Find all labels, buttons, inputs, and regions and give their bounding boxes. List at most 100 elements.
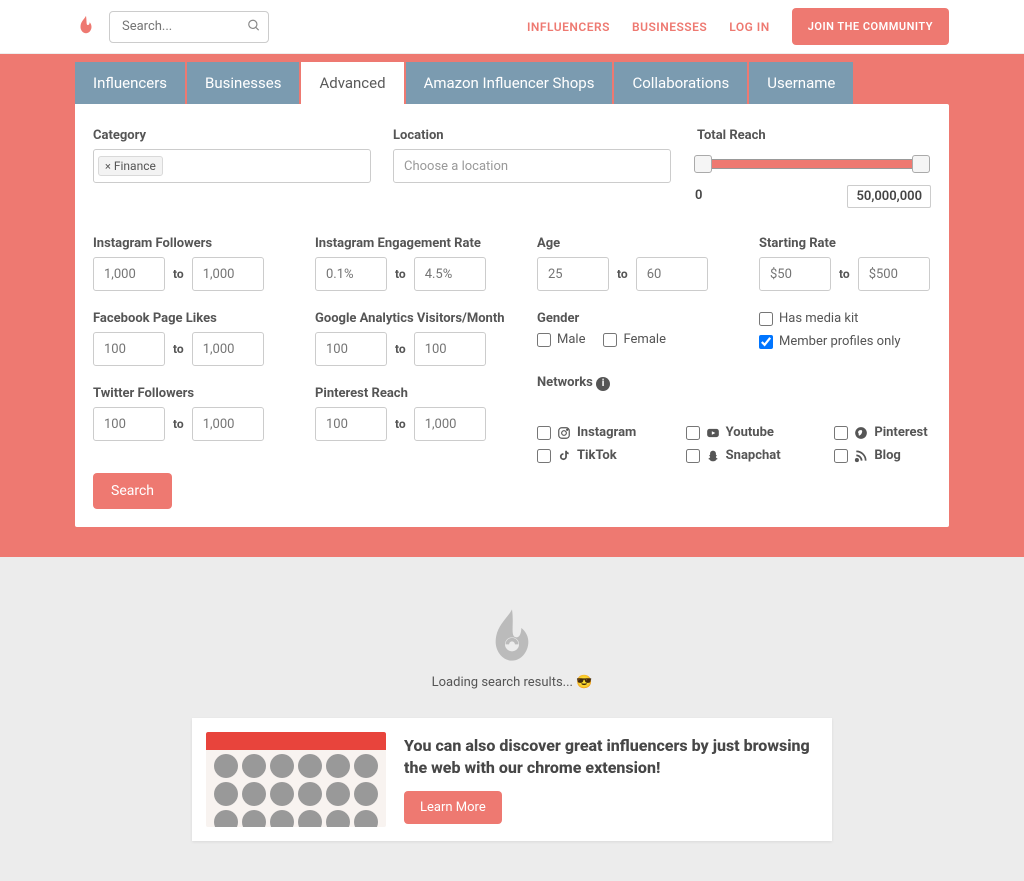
- nav-influencers[interactable]: INFLUENCERS: [527, 20, 610, 34]
- has-media-kit-option[interactable]: Has media kit: [759, 311, 969, 326]
- net-yt-checkbox[interactable]: [686, 426, 700, 440]
- gender-male-checkbox[interactable]: [537, 333, 551, 347]
- learn-more-button[interactable]: Learn More: [404, 791, 502, 824]
- top-filter-row: Category ×Finance Location Total Reach 0: [93, 128, 931, 208]
- nav-businesses[interactable]: BUSINESSES: [632, 20, 707, 34]
- male-text: Male: [557, 332, 585, 347]
- network-snapchat[interactable]: Snapchat: [686, 448, 821, 463]
- twitter-followers-label: Twitter Followers: [93, 386, 303, 401]
- promo-image: [206, 732, 386, 827]
- category-input[interactable]: ×Finance: [93, 149, 371, 183]
- pinterest-icon: [854, 426, 868, 440]
- gender-label: Gender: [537, 311, 747, 326]
- promo-title: You can also discover great influencers …: [404, 735, 818, 778]
- loading-text: Loading search results... 😎: [0, 675, 1024, 690]
- loading-flame-icon: [484, 607, 540, 667]
- age-min[interactable]: [537, 257, 609, 291]
- fb-likes-min[interactable]: [93, 332, 165, 366]
- tab-businesses[interactable]: Businesses: [187, 62, 299, 104]
- tab-username[interactable]: Username: [749, 62, 853, 104]
- ga-visitors-max[interactable]: [414, 332, 486, 366]
- tab-collaborations[interactable]: Collaborations: [614, 62, 747, 104]
- age-max[interactable]: [636, 257, 708, 291]
- search-button[interactable]: Search: [93, 473, 172, 509]
- net-pin-checkbox[interactable]: [834, 426, 848, 440]
- net-sc-checkbox[interactable]: [686, 449, 700, 463]
- ig-engagement-max[interactable]: [414, 257, 486, 291]
- advanced-search-panel: Category ×Finance Location Total Reach 0: [75, 104, 949, 527]
- tab-advanced[interactable]: Advanced: [301, 62, 403, 104]
- instagram-engagement-label: Instagram Engagement Rate: [315, 236, 525, 251]
- location-input[interactable]: [393, 149, 671, 183]
- net-ig-checkbox[interactable]: [537, 426, 551, 440]
- results-area: Loading search results... 😎 You can also…: [0, 557, 1024, 881]
- net-blog-checkbox[interactable]: [834, 449, 848, 463]
- snapchat-icon: [706, 449, 720, 463]
- main-container: Influencers Businesses Advanced Amazon I…: [0, 54, 1024, 557]
- to-text: to: [395, 267, 406, 281]
- tab-amazon-shops[interactable]: Amazon Influencer Shops: [406, 62, 613, 104]
- reach-max-value: 50,000,000: [847, 185, 931, 208]
- category-tag-finance[interactable]: ×Finance: [98, 156, 163, 176]
- nav-login[interactable]: LOG IN: [729, 20, 770, 34]
- net-text: Blog: [874, 448, 901, 463]
- reach-min-value: 0: [693, 185, 704, 208]
- total-reach-slider[interactable]: [693, 155, 931, 173]
- tw-followers-min[interactable]: [93, 407, 165, 441]
- header-left: [75, 11, 269, 43]
- slider-handle-min[interactable]: [694, 155, 712, 173]
- total-reach-label: Total Reach: [697, 128, 931, 143]
- net-tt-checkbox[interactable]: [537, 449, 551, 463]
- facebook-likes-label: Facebook Page Likes: [93, 311, 303, 326]
- ig-engagement-min[interactable]: [315, 257, 387, 291]
- to-text: to: [839, 267, 850, 281]
- ig-followers-min[interactable]: [93, 257, 165, 291]
- networks-label: Networks i: [537, 375, 747, 391]
- ga-visitors-min[interactable]: [315, 332, 387, 366]
- network-pinterest[interactable]: Pinterest: [834, 425, 969, 440]
- network-instagram[interactable]: Instagram: [537, 425, 672, 440]
- net-text: Youtube: [726, 425, 774, 440]
- rate-min[interactable]: [759, 257, 831, 291]
- media-kit-text: Has media kit: [779, 311, 858, 326]
- tab-bar: Influencers Businesses Advanced Amazon I…: [75, 54, 949, 104]
- network-blog[interactable]: Blog: [834, 448, 969, 463]
- gender-male-option[interactable]: Male: [537, 332, 585, 347]
- starting-rate-label: Starting Rate: [759, 236, 969, 251]
- search-icon: [247, 17, 261, 36]
- pin-reach-max[interactable]: [414, 407, 486, 441]
- global-search: [109, 11, 269, 43]
- member-only-option[interactable]: Member profiles only: [759, 334, 969, 349]
- filter-grid: Instagram Followers to Facebook Page Lik…: [93, 236, 931, 463]
- tab-influencers[interactable]: Influencers: [75, 62, 185, 104]
- chrome-extension-promo: You can also discover great influencers …: [192, 718, 832, 841]
- gender-female-option[interactable]: Female: [603, 332, 665, 347]
- pin-reach-min[interactable]: [315, 407, 387, 441]
- rate-max[interactable]: [858, 257, 930, 291]
- instagram-icon: [557, 426, 571, 440]
- rss-icon: [854, 449, 868, 463]
- header-right: INFLUENCERS BUSINESSES LOG IN JOIN THE C…: [527, 8, 949, 45]
- fb-likes-max[interactable]: [192, 332, 264, 366]
- gender-female-checkbox[interactable]: [603, 333, 617, 347]
- to-text: to: [395, 342, 406, 356]
- member-only-checkbox[interactable]: [759, 335, 773, 349]
- youtube-icon: [706, 426, 720, 440]
- tw-followers-max[interactable]: [192, 407, 264, 441]
- slider-track: [703, 159, 921, 169]
- search-input[interactable]: [109, 11, 269, 43]
- network-tiktok[interactable]: TikTok: [537, 448, 672, 463]
- join-community-button[interactable]: JOIN THE COMMUNITY: [792, 8, 949, 45]
- has-media-kit-checkbox[interactable]: [759, 312, 773, 326]
- slider-handle-max[interactable]: [912, 155, 930, 173]
- remove-tag-icon[interactable]: ×: [105, 160, 111, 173]
- to-text: to: [173, 417, 184, 431]
- network-youtube[interactable]: Youtube: [686, 425, 821, 440]
- age-label: Age: [537, 236, 747, 251]
- to-text: to: [173, 267, 184, 281]
- info-icon[interactable]: i: [596, 377, 610, 391]
- net-text: Pinterest: [874, 425, 927, 440]
- net-text: Instagram: [577, 425, 636, 440]
- net-text: TikTok: [577, 448, 617, 463]
- ig-followers-max[interactable]: [192, 257, 264, 291]
